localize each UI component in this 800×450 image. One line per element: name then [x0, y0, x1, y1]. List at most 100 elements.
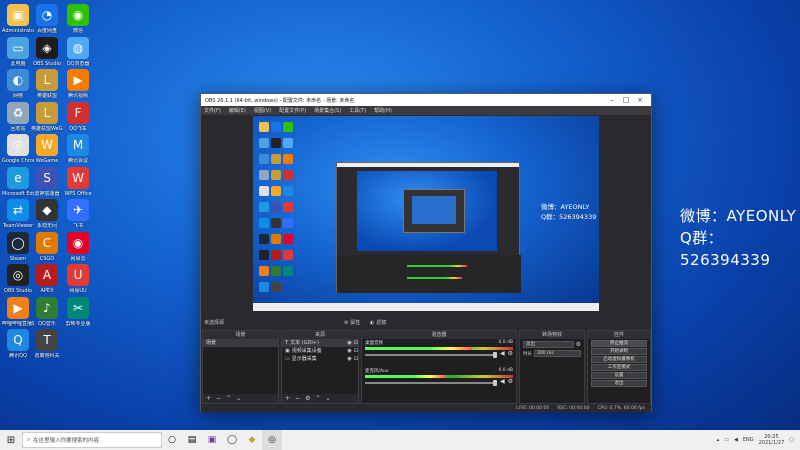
desktop-shortcut[interactable]: ▣ Administrator: [2, 4, 34, 34]
lock-icon[interactable]: ⊡: [354, 355, 358, 363]
desktop-shortcut[interactable]: ◐ 网络: [2, 69, 34, 99]
eye-icon[interactable]: ◉: [347, 339, 351, 347]
desktop-shortcut[interactable]: F QQ飞车: [62, 101, 94, 132]
move-down-icon[interactable]: ⌄: [325, 395, 330, 402]
move-up-icon[interactable]: ⌃: [226, 395, 231, 402]
add-icon[interactable]: +: [206, 395, 211, 402]
desktop-shortcut[interactable]: A APEX: [31, 264, 63, 294]
start-recording-button[interactable]: 开始录制: [591, 348, 647, 355]
volume-slider[interactable]: [365, 351, 497, 358]
obs-preview[interactable]: 微博：AYEONLY Q群：526394339: [253, 116, 599, 311]
desktop-shortcut[interactable]: U 网易UU: [62, 264, 94, 294]
desktop-shortcut[interactable]: M 腾讯会议: [62, 134, 94, 164]
desktop-shortcut[interactable]: ◍ QQ浏览器: [62, 36, 94, 67]
duration-input[interactable]: 300 ms: [534, 350, 581, 357]
properties-button[interactable]: ⚙ 属性: [344, 319, 360, 326]
gear-icon[interactable]: ⚙: [508, 378, 513, 385]
desktop-shortcut[interactable]: T 逃离塔科夫: [31, 329, 63, 359]
desktop-shortcut[interactable]: ✈ 飞书: [62, 199, 94, 229]
steam-icon: ◯: [7, 231, 29, 254]
minimize-icon[interactable]: –: [605, 96, 619, 104]
lol-wegame-icon: L: [36, 101, 58, 124]
desktop-shortcut[interactable]: ◈ OBS Studio: [31, 36, 63, 67]
volume-knob[interactable]: [492, 379, 497, 386]
taskbar-game-icon[interactable]: ◆: [242, 430, 262, 450]
source-item[interactable]: ▣ 视频采集设备 ◉ ⊡: [282, 347, 358, 355]
desktop-shortcut[interactable]: eMicrosoft Edge: [2, 166, 34, 197]
clock[interactable]: 20:25 2021/1/27: [759, 434, 785, 446]
remove-icon[interactable]: −: [216, 395, 221, 402]
desktop-shortcut[interactable]: ◯ Steam: [2, 231, 34, 262]
notification-icon[interactable]: ▢: [789, 437, 794, 443]
gear-icon[interactable]: ⚙: [576, 341, 581, 348]
remove-icon[interactable]: −: [295, 395, 300, 402]
close-icon[interactable]: ×: [633, 96, 647, 104]
taskbar-search[interactable]: ⌕ 在这里输入你要搜索的内容: [22, 432, 162, 448]
preview-icon: [283, 122, 293, 132]
desktop-shortcut[interactable]: ◎ OBS Studio: [2, 264, 34, 294]
lock-icon[interactable]: ⊡: [354, 347, 358, 355]
taskbar-app-icon[interactable]: ▣: [202, 430, 222, 450]
desktop-shortcut-label: Administrator: [2, 28, 34, 34]
desktop-shortcut[interactable]: ◉ 网易云: [62, 231, 94, 262]
speaker-icon[interactable]: ◀: [500, 378, 505, 385]
eye-icon[interactable]: ◉: [347, 347, 351, 355]
scene-item[interactable]: 场景: [203, 339, 278, 347]
desktop-shortcut[interactable]: L英雄联盟WeGame版: [31, 101, 63, 132]
source-item[interactable]: T 文本 (GDI+) ◉ ⊡: [282, 339, 358, 347]
desktop-shortcut[interactable]: ◔ 百度网盘: [31, 4, 63, 34]
source-item[interactable]: ▭ 显示器采集 ◉ ⊡: [282, 355, 358, 363]
menu-help[interactable]: 帮助(H): [374, 107, 392, 114]
transition-select[interactable]: 淡出: [523, 341, 574, 348]
volume-tray-icon[interactable]: ◀: [734, 437, 738, 443]
virtual-camera-button[interactable]: 启动虚拟摄像机: [591, 356, 647, 363]
menu-file[interactable]: 文件(F): [204, 107, 221, 114]
desktop-shortcut[interactable]: Q 腾讯QQ: [2, 329, 34, 359]
filters-button[interactable]: ◐ 滤镜: [370, 319, 386, 326]
desktop-shortcut[interactable]: L 英雄联盟: [31, 69, 63, 99]
desktop-shortcut-label: 飞书: [72, 223, 83, 229]
desktop-shortcut[interactable]: ◎ Google Chrome: [2, 134, 34, 164]
stop-streaming-button[interactable]: 停止推流: [591, 340, 647, 347]
menu-edit[interactable]: 编辑(E): [229, 107, 246, 114]
network-tray-icon[interactable]: ▭: [724, 437, 729, 443]
desktop-shortcut[interactable]: W WPS Office: [62, 166, 94, 197]
desktop-shortcut[interactable]: W WeGame: [31, 134, 63, 164]
menu-scene-collection[interactable]: 场景集合(S): [314, 107, 341, 114]
menu-profile[interactable]: 配置文件(P): [279, 107, 306, 114]
desktop-shortcut[interactable]: ♻ 回收站: [2, 101, 34, 132]
desktop-shortcut[interactable]: ♪ QQ音乐: [31, 296, 63, 327]
desktop-shortcut[interactable]: S 雷神加速器: [31, 166, 63, 197]
language-indicator[interactable]: ENG: [743, 437, 754, 443]
menu-tools[interactable]: 工具(T): [349, 107, 366, 114]
desktop-shortcut[interactable]: ✂ 剪映专业版: [62, 296, 94, 327]
gear-icon[interactable]: ⚙: [305, 395, 310, 402]
eye-icon[interactable]: ◉: [347, 355, 351, 363]
taskbar-obs-icon[interactable]: ◎: [262, 430, 282, 450]
maximize-icon[interactable]: □: [619, 96, 633, 104]
tray-icon[interactable]: ▴: [717, 437, 720, 443]
taskbar-steam-icon[interactable]: ◯: [222, 430, 242, 450]
desktop-shortcut[interactable]: ▶ 腾讯视频: [62, 69, 94, 99]
windows-start-icon[interactable]: ⊞: [0, 430, 22, 450]
desktop-shortcut[interactable]: ▶ 哔哩哔哩直播姬: [2, 296, 34, 327]
settings-button[interactable]: 设置: [591, 372, 647, 379]
lock-icon[interactable]: ⊡: [354, 339, 358, 347]
speaker-icon[interactable]: ◀: [500, 350, 505, 357]
desktop-shortcut[interactable]: ▭ 此电脑: [2, 36, 34, 67]
desktop-shortcut[interactable]: ◆ 永劫无间: [31, 199, 63, 229]
desktop-shortcut[interactable]: ⇄ TeamViewer: [2, 199, 34, 229]
volume-slider[interactable]: [365, 379, 497, 386]
gear-icon[interactable]: ⚙: [508, 350, 513, 357]
move-down-icon[interactable]: ⌄: [236, 395, 241, 402]
studio-mode-button[interactable]: 工作室模式: [591, 364, 647, 371]
menu-view[interactable]: 视图(V): [254, 107, 271, 114]
cortana-icon[interactable]: ○: [162, 430, 182, 450]
exit-button[interactable]: 退出: [591, 380, 647, 387]
desktop-shortcut[interactable]: ◉ 微信: [62, 4, 94, 34]
desktop-shortcut[interactable]: C CSGO: [31, 231, 63, 262]
task-view-icon[interactable]: ▤: [182, 430, 202, 450]
move-up-icon[interactable]: ⌃: [315, 395, 320, 402]
add-icon[interactable]: +: [285, 395, 290, 402]
volume-knob[interactable]: [492, 351, 497, 358]
